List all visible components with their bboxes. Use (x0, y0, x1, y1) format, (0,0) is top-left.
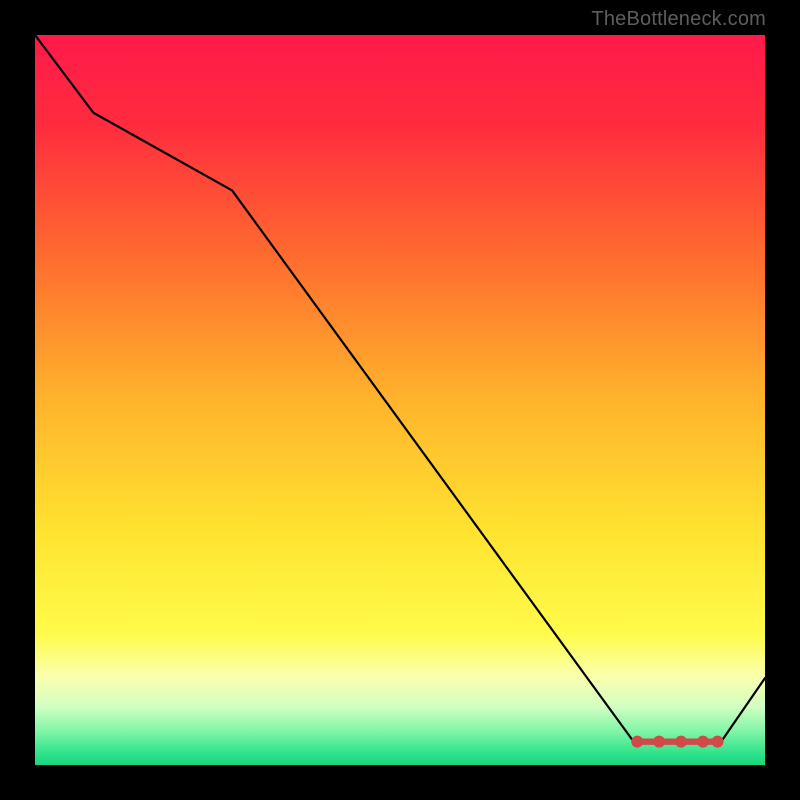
attribution-label: TheBottleneck.com (591, 8, 766, 31)
chart-marker (676, 736, 687, 747)
chart-marker (632, 736, 643, 747)
chart-line-layer (35, 35, 765, 765)
chart-marker (654, 736, 665, 747)
chart-marker (697, 736, 708, 747)
chart-frame: TheBottleneck.com (0, 0, 800, 800)
chart-markers (632, 736, 723, 747)
chart-marker (712, 736, 723, 747)
plot-area (35, 35, 765, 765)
chart-curve (35, 35, 765, 742)
